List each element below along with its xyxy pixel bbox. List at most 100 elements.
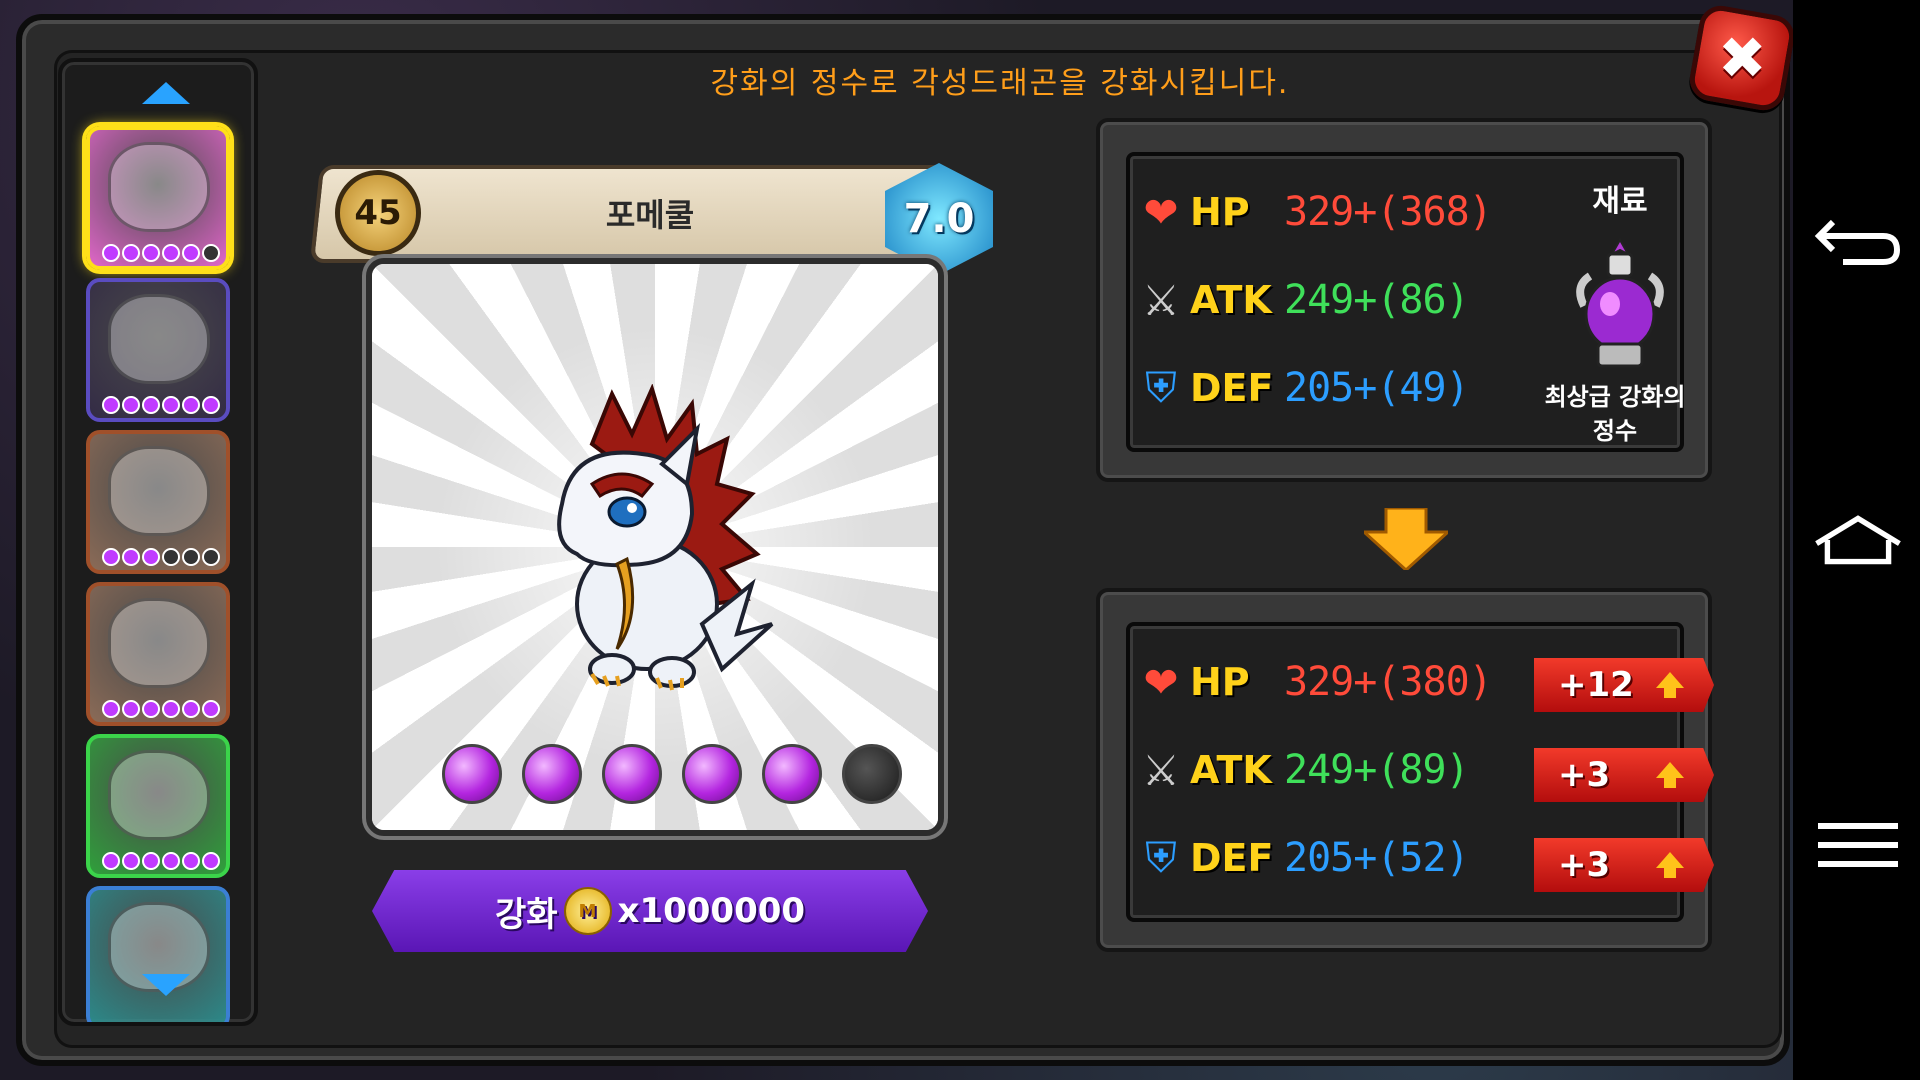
star-gem-icon xyxy=(142,244,160,262)
grade-orb-filled-icon xyxy=(522,744,582,804)
dragon-slot-1[interactable] xyxy=(86,126,230,270)
atk-label: ATK xyxy=(1190,278,1272,322)
grade-orb-filled-icon xyxy=(682,744,742,804)
home-button[interactable] xyxy=(1813,505,1903,575)
current-hp-row: ❤ HP 329+(368) xyxy=(1136,180,1492,244)
star-gem-icon xyxy=(162,244,180,262)
result-def-row: ⛨ DEF 205+(52) xyxy=(1136,826,1469,890)
star-gem-icon xyxy=(182,396,200,414)
result-hp-value: 329+(380) xyxy=(1284,659,1493,705)
star-gem-icon xyxy=(102,548,120,566)
current-stats-inner: ❤ HP 329+(368) ⚔ ATK 249+(86) ⛨ DEF 205+… xyxy=(1126,152,1685,452)
current-def-row: ⛨ DEF 205+(49) xyxy=(1136,356,1469,420)
atk-bonus-ribbon: +3 xyxy=(1534,748,1714,802)
essence-potion-icon xyxy=(1576,237,1664,368)
back-button[interactable] xyxy=(1813,205,1903,275)
current-atk-row: ⚔ ATK 249+(86) xyxy=(1136,268,1469,332)
result-atk-value: 249+(89) xyxy=(1284,747,1470,793)
hp-label: HP xyxy=(1190,190,1250,234)
dragon-portrait-card xyxy=(366,258,944,836)
star-gem-icon xyxy=(122,700,140,718)
material-header: 재료 xyxy=(1592,184,1648,219)
star-gem-icon xyxy=(202,852,220,870)
hp-label: HP xyxy=(1190,660,1250,704)
star-row xyxy=(102,396,220,414)
atk-label: ATK xyxy=(1190,748,1272,792)
hp-bonus-value: +12 xyxy=(1558,665,1634,705)
star-gem-icon xyxy=(162,700,180,718)
star-gem-icon xyxy=(182,700,200,718)
game-screen: 강화의 정수로 각성드래곤을 강화시킵니다. ✖ 45 포메쿨 7.0 강화 M… xyxy=(0,0,1793,1080)
star-gem-icon xyxy=(202,700,220,718)
dragon-thumbnail-icon xyxy=(108,598,210,688)
dragon-slot-3[interactable] xyxy=(86,430,230,574)
grade-orb-empty-icon xyxy=(842,744,902,804)
material-name-line1: 최상급 강화의 xyxy=(1544,383,1686,411)
dragon-slot-6[interactable] xyxy=(86,886,230,1022)
star-gem-icon xyxy=(182,548,200,566)
up-arrow-icon xyxy=(1656,672,1684,698)
dragon-slot-5[interactable] xyxy=(86,734,230,878)
scroll-down-icon[interactable] xyxy=(142,974,190,996)
star-gem-icon xyxy=(122,244,140,262)
grade-orb-filled-icon xyxy=(762,744,822,804)
star-gem-icon xyxy=(122,396,140,414)
dragon-thumbnail-icon xyxy=(108,294,210,384)
star-gem-icon xyxy=(162,548,180,566)
def-label: DEF xyxy=(1190,836,1274,880)
close-button[interactable]: ✖ xyxy=(1686,2,1793,114)
star-gem-icon xyxy=(122,548,140,566)
dragon-name: 포메쿨 xyxy=(605,196,695,234)
dragon-thumbnail-icon xyxy=(108,142,210,232)
instruction-text: 강화의 정수로 각성드래곤을 강화시킵니다. xyxy=(710,66,1290,101)
star-row xyxy=(102,700,220,718)
dragon-slot-2[interactable] xyxy=(86,278,230,422)
star-gem-icon xyxy=(102,396,120,414)
current-atk-value: 249+(86) xyxy=(1284,277,1470,323)
star-gem-icon xyxy=(142,396,160,414)
current-stats-box: ❤ HP 329+(368) ⚔ ATK 249+(86) ⛨ DEF 205+… xyxy=(1096,118,1712,482)
crossed-swords-icon: ⚔ xyxy=(1142,275,1180,325)
material-name-line2: 정수 xyxy=(1592,417,1638,445)
crossed-swords-icon: ⚔ xyxy=(1142,745,1180,795)
enhance-button[interactable]: 강화 M x1000000 xyxy=(372,870,928,952)
arrow-down-icon xyxy=(1364,508,1448,570)
enhance-cost: x1000000 xyxy=(617,891,806,931)
current-def-value: 205+(49) xyxy=(1284,365,1470,411)
grade-orb-filled-icon xyxy=(602,744,662,804)
result-hp-row: ❤ HP 329+(380) xyxy=(1136,650,1492,714)
dragon-thumbnail-icon xyxy=(108,446,210,536)
menu-icon xyxy=(1818,823,1898,867)
menu-button[interactable] xyxy=(1813,810,1903,880)
star-gem-icon xyxy=(102,244,120,262)
up-arrow-icon xyxy=(1656,762,1684,788)
star-row xyxy=(102,244,220,262)
star-gem-icon xyxy=(202,548,220,566)
star-gem-icon xyxy=(142,700,160,718)
star-gem-icon xyxy=(102,700,120,718)
atk-bonus-value: +3 xyxy=(1558,755,1611,795)
dragon-list[interactable] xyxy=(58,58,258,1026)
dragon-level-badge: 45 xyxy=(335,170,421,256)
scroll-up-icon[interactable] xyxy=(142,82,190,104)
star-gem-icon xyxy=(162,396,180,414)
dragon-portrait-icon xyxy=(557,384,774,691)
grade-orb-filled-icon xyxy=(442,744,502,804)
star-gem-icon xyxy=(202,396,220,414)
star-gem-icon xyxy=(162,852,180,870)
close-icon: ✖ xyxy=(1717,23,1767,92)
current-hp-value: 329+(368) xyxy=(1284,189,1493,235)
def-bonus-value: +3 xyxy=(1558,845,1611,885)
star-gem-icon xyxy=(142,852,160,870)
up-arrow-icon xyxy=(1656,852,1684,878)
star-gem-icon xyxy=(102,852,120,870)
star-row xyxy=(102,548,220,566)
star-gem-icon xyxy=(122,852,140,870)
dragon-slot-4[interactable] xyxy=(86,582,230,726)
shield-icon: ⛨ xyxy=(1145,833,1177,882)
star-gem-icon xyxy=(182,852,200,870)
star-gem-icon xyxy=(202,244,220,262)
hp-bonus-ribbon: +12 xyxy=(1534,658,1714,712)
material-name: 최상급 강화의 정수 xyxy=(1530,380,1700,448)
back-icon xyxy=(1814,219,1901,265)
